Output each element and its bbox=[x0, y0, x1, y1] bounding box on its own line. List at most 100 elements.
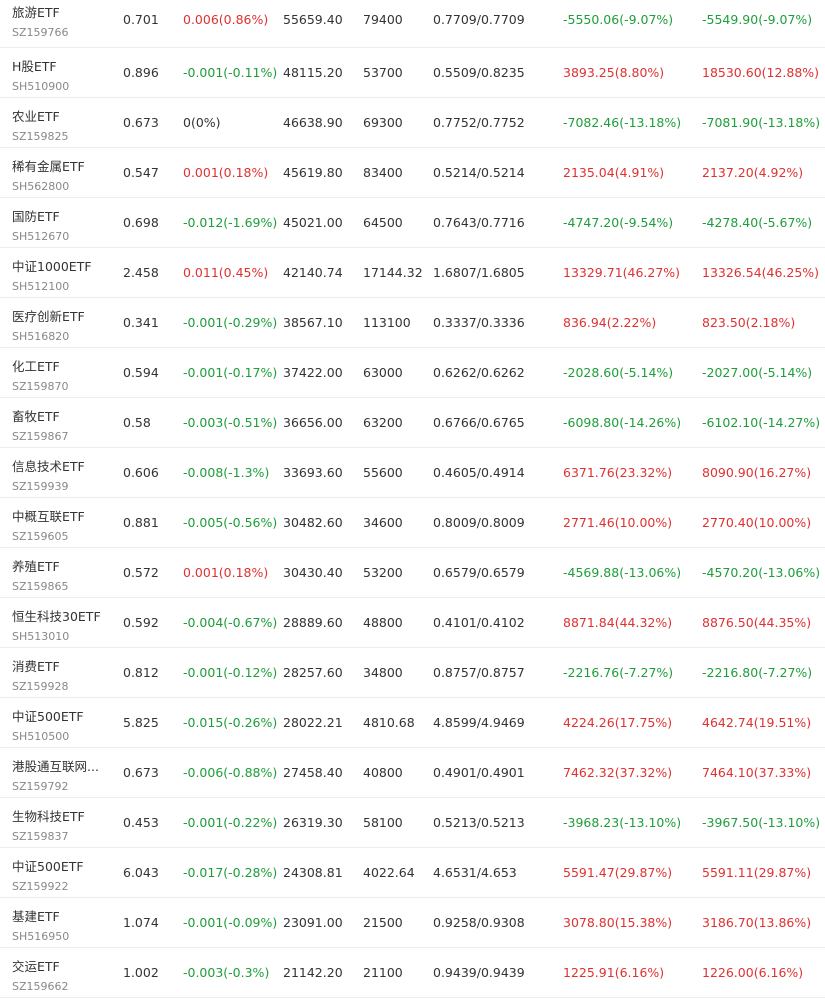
fund-name[interactable]: 国防ETF bbox=[12, 209, 108, 225]
price-cell: 0.812 bbox=[123, 665, 159, 680]
price-cell: 0.606 bbox=[123, 465, 159, 480]
price-cell: 0.58 bbox=[123, 415, 151, 430]
profit-loss-cell: 2135.04(4.91%) bbox=[563, 165, 665, 180]
table-row[interactable]: 中概互联ETF SZ159605 0.881 -0.005(-0.56%) 30… bbox=[0, 498, 825, 548]
fund-name[interactable]: 稀有金属ETF bbox=[12, 159, 108, 175]
change-cell: -0.001(-0.11%) bbox=[183, 65, 278, 80]
profit-loss-cell: 6371.76(23.32%) bbox=[563, 465, 673, 480]
change-cell: -0.001(-0.17%) bbox=[183, 365, 278, 380]
total-profit-loss-cell: 13326.54(46.25%) bbox=[702, 265, 820, 280]
table-row[interactable]: 消费ETF SZ159928 0.812 -0.001(-0.12%) 2825… bbox=[0, 648, 825, 698]
shares-cell: 21100 bbox=[363, 965, 403, 980]
fund-code: SZ159825 bbox=[12, 130, 69, 143]
total-profit-loss-cell: 1226.00(6.16%) bbox=[702, 965, 804, 980]
profit-loss-cell: 3893.25(8.80%) bbox=[563, 65, 665, 80]
cost-cell: 0.6579/0.6579 bbox=[433, 565, 525, 580]
table-row[interactable]: 稀有金属ETF SH562800 0.547 0.001(0.18%) 4561… bbox=[0, 148, 825, 198]
cost-cell: 0.6766/0.6765 bbox=[433, 415, 525, 430]
change-cell: -0.001(-0.09%) bbox=[183, 915, 278, 930]
fund-name[interactable]: 交运ETF bbox=[12, 959, 108, 975]
fund-name[interactable]: 畜牧ETF bbox=[12, 409, 108, 425]
table-row[interactable]: 交运ETF SZ159662 1.002 -0.003(-0.3%) 21142… bbox=[0, 948, 825, 998]
price-cell: 0.701 bbox=[123, 12, 159, 27]
price-cell: 6.043 bbox=[123, 865, 159, 880]
table-row[interactable]: H股ETF SH510900 0.896 -0.001(-0.11%) 4811… bbox=[0, 48, 825, 98]
fund-name[interactable]: 农业ETF bbox=[12, 109, 108, 125]
shares-cell: 79400 bbox=[363, 12, 403, 27]
profit-loss-cell: 2771.46(10.00%) bbox=[563, 515, 673, 530]
amount-cell: 48115.20 bbox=[283, 65, 343, 80]
table-row[interactable]: 畜牧ETF SZ159867 0.58 -0.003(-0.51%) 36656… bbox=[0, 398, 825, 448]
fund-name[interactable]: 中证1000ETF bbox=[12, 259, 108, 275]
table-row[interactable]: 国防ETF SH512670 0.698 -0.012(-1.69%) 4502… bbox=[0, 198, 825, 248]
profit-loss-cell: -4747.20(-9.54%) bbox=[563, 215, 674, 230]
table-row[interactable]: 中证500ETF SH510500 5.825 -0.015(-0.26%) 2… bbox=[0, 698, 825, 748]
total-profit-loss-cell: -2216.80(-7.27%) bbox=[702, 665, 813, 680]
fund-name[interactable]: 中证500ETF bbox=[12, 709, 108, 725]
profit-loss-cell: -7082.46(-13.18%) bbox=[563, 115, 682, 130]
table-row[interactable]: 农业ETF SZ159825 0.673 0(0%) 46638.90 6930… bbox=[0, 98, 825, 148]
fund-name[interactable]: 中证500ETF bbox=[12, 859, 108, 875]
profit-loss-cell: 836.94(2.22%) bbox=[563, 315, 657, 330]
cost-cell: 0.7752/0.7752 bbox=[433, 115, 525, 130]
table-row[interactable]: 港股通互联网... SZ159792 0.673 -0.006(-0.88%) … bbox=[0, 748, 825, 798]
change-cell: -0.006(-0.88%) bbox=[183, 765, 278, 780]
fund-name[interactable]: 生物科技ETF bbox=[12, 809, 108, 825]
fund-name[interactable]: 中概互联ETF bbox=[12, 509, 108, 525]
total-profit-loss-cell: -2027.00(-5.14%) bbox=[702, 365, 813, 380]
table-row[interactable]: 恒生科技30ETF SH513010 0.592 -0.004(-0.67%) … bbox=[0, 598, 825, 648]
fund-code: SH516950 bbox=[12, 930, 70, 943]
table-row[interactable]: 中证500ETF SZ159922 6.043 -0.017(-0.28%) 2… bbox=[0, 848, 825, 898]
price-cell: 0.673 bbox=[123, 115, 159, 130]
profit-loss-cell: 3078.80(15.38%) bbox=[563, 915, 673, 930]
fund-name[interactable]: 信息技术ETF bbox=[12, 459, 108, 475]
profit-loss-cell: -5550.06(-9.07%) bbox=[563, 12, 674, 27]
cost-cell: 0.5509/0.8235 bbox=[433, 65, 525, 80]
total-profit-loss-cell: -4278.40(-5.67%) bbox=[702, 215, 813, 230]
amount-cell: 24308.81 bbox=[283, 865, 343, 880]
table-row[interactable]: 中证1000ETF SH512100 2.458 0.011(0.45%) 42… bbox=[0, 248, 825, 298]
cost-cell: 0.3337/0.3336 bbox=[433, 315, 525, 330]
cost-cell: 0.8009/0.8009 bbox=[433, 515, 525, 530]
fund-name[interactable]: 化工ETF bbox=[12, 359, 108, 375]
cost-cell: 0.5214/0.5214 bbox=[433, 165, 525, 180]
fund-name[interactable]: 港股通互联网... bbox=[12, 759, 108, 775]
fund-name[interactable]: 医疗创新ETF bbox=[12, 309, 108, 325]
fund-code: SZ159792 bbox=[12, 780, 69, 793]
shares-cell: 48800 bbox=[363, 615, 403, 630]
fund-name[interactable]: 基建ETF bbox=[12, 909, 108, 925]
cost-cell: 0.9258/0.9308 bbox=[433, 915, 525, 930]
fund-name[interactable]: 消费ETF bbox=[12, 659, 108, 675]
fund-name[interactable]: 养殖ETF bbox=[12, 559, 108, 575]
table-row[interactable]: 生物科技ETF SZ159837 0.453 -0.001(-0.22%) 26… bbox=[0, 798, 825, 848]
cost-cell: 4.6531/4.653 bbox=[433, 865, 517, 880]
amount-cell: 33693.60 bbox=[283, 465, 343, 480]
fund-code: SH562800 bbox=[12, 180, 70, 193]
cost-cell: 0.4101/0.4102 bbox=[433, 615, 525, 630]
table-row[interactable]: 基建ETF SH516950 1.074 -0.001(-0.09%) 2309… bbox=[0, 898, 825, 948]
price-cell: 0.896 bbox=[123, 65, 159, 80]
profit-loss-cell: 8871.84(44.32%) bbox=[563, 615, 673, 630]
price-cell: 1.002 bbox=[123, 965, 159, 980]
fund-name[interactable]: H股ETF bbox=[12, 59, 108, 75]
fund-code: SZ159662 bbox=[12, 980, 69, 993]
amount-cell: 30430.40 bbox=[283, 565, 343, 580]
table-row[interactable]: 医疗创新ETF SH516820 0.341 -0.001(-0.29%) 38… bbox=[0, 298, 825, 348]
holdings-table: 旅游ETF SZ159766 0.701 0.006(0.86%) 55659.… bbox=[0, 0, 825, 998]
shares-cell: 63000 bbox=[363, 365, 403, 380]
price-cell: 1.074 bbox=[123, 915, 159, 930]
change-cell: -0.003(-0.51%) bbox=[183, 415, 278, 430]
total-profit-loss-cell: 5591.11(29.87%) bbox=[702, 865, 812, 880]
table-row[interactable]: 旅游ETF SZ159766 0.701 0.006(0.86%) 55659.… bbox=[0, 0, 825, 48]
amount-cell: 36656.00 bbox=[283, 415, 343, 430]
profit-loss-cell: -2216.76(-7.27%) bbox=[563, 665, 674, 680]
profit-loss-cell: 13329.71(46.27%) bbox=[563, 265, 681, 280]
shares-cell: 53200 bbox=[363, 565, 403, 580]
table-row[interactable]: 信息技术ETF SZ159939 0.606 -0.008(-1.3%) 336… bbox=[0, 448, 825, 498]
total-profit-loss-cell: 8090.90(16.27%) bbox=[702, 465, 812, 480]
table-row[interactable]: 化工ETF SZ159870 0.594 -0.001(-0.17%) 3742… bbox=[0, 348, 825, 398]
table-row[interactable]: 养殖ETF SZ159865 0.572 0.001(0.18%) 30430.… bbox=[0, 548, 825, 598]
amount-cell: 55659.40 bbox=[283, 12, 343, 27]
fund-name[interactable]: 旅游ETF bbox=[12, 5, 108, 21]
fund-name[interactable]: 恒生科技30ETF bbox=[12, 609, 108, 625]
